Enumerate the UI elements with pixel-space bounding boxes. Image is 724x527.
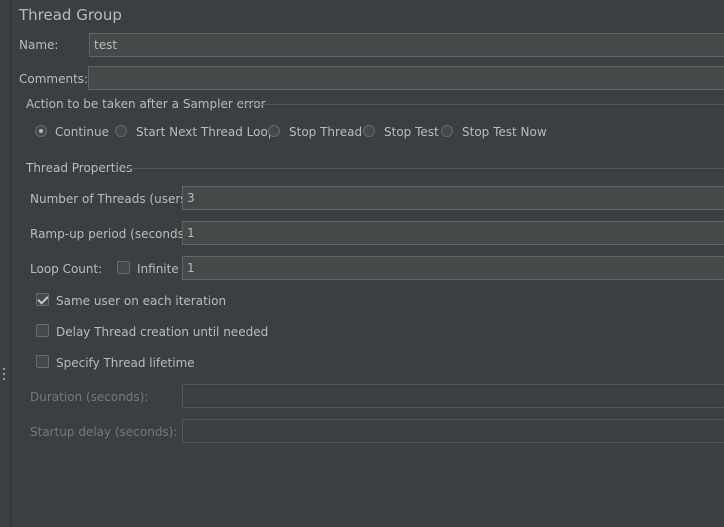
infinite-label[interactable]: Infinite — [137, 262, 179, 276]
thread-lifetime-label[interactable]: Specify Thread lifetime — [56, 356, 195, 370]
infinite-checkbox[interactable] — [117, 261, 130, 274]
radio-stop-thread-label[interactable]: Stop Thread — [289, 125, 362, 139]
loop-count-input[interactable] — [182, 256, 724, 280]
rampup-label: Ramp-up period (seconds): — [30, 227, 193, 241]
threads-input[interactable] — [182, 186, 724, 210]
sampler-error-heading: Action to be taken after a Sampler error — [26, 97, 266, 111]
section-divider — [238, 104, 724, 105]
rampup-input[interactable] — [182, 221, 724, 245]
same-user-label[interactable]: Same user on each iteration — [56, 294, 226, 308]
threads-label: Number of Threads (users): — [30, 192, 196, 206]
section-divider — [122, 168, 724, 169]
radio-stop-test-label[interactable]: Stop Test — [384, 125, 439, 139]
radio-start-next-thread-loop-label[interactable]: Start Next Thread Loop — [136, 125, 275, 139]
radio-continue-label[interactable]: Continue — [55, 125, 109, 139]
radio-stop-thread[interactable] — [268, 125, 280, 137]
same-user-checkbox[interactable] — [36, 293, 49, 306]
thread-lifetime-checkbox[interactable] — [36, 355, 49, 368]
radio-stop-test[interactable] — [363, 125, 375, 137]
comments-input[interactable] — [88, 66, 724, 90]
radio-stop-test-now-label[interactable]: Stop Test Now — [462, 125, 547, 139]
duration-input — [182, 384, 724, 408]
startup-delay-label: Startup delay (seconds): — [30, 425, 178, 439]
splitter-grip-icon[interactable] — [3, 368, 6, 384]
delay-thread-checkbox[interactable] — [36, 324, 49, 337]
duration-label: Duration (seconds): — [30, 390, 149, 404]
panel-title: Thread Group — [19, 6, 122, 24]
thread-properties-heading: Thread Properties — [26, 161, 133, 175]
radio-continue[interactable] — [35, 125, 47, 137]
name-label: Name: — [19, 38, 59, 52]
delay-thread-label[interactable]: Delay Thread creation until needed — [56, 325, 268, 339]
loop-count-label: Loop Count: — [30, 262, 103, 276]
left-splitter[interactable] — [0, 0, 11, 527]
comments-label: Comments: — [19, 72, 89, 86]
name-input[interactable] — [89, 33, 724, 57]
radio-start-next-thread-loop[interactable] — [115, 125, 127, 137]
startup-delay-input — [182, 419, 724, 443]
radio-stop-test-now[interactable] — [441, 125, 453, 137]
